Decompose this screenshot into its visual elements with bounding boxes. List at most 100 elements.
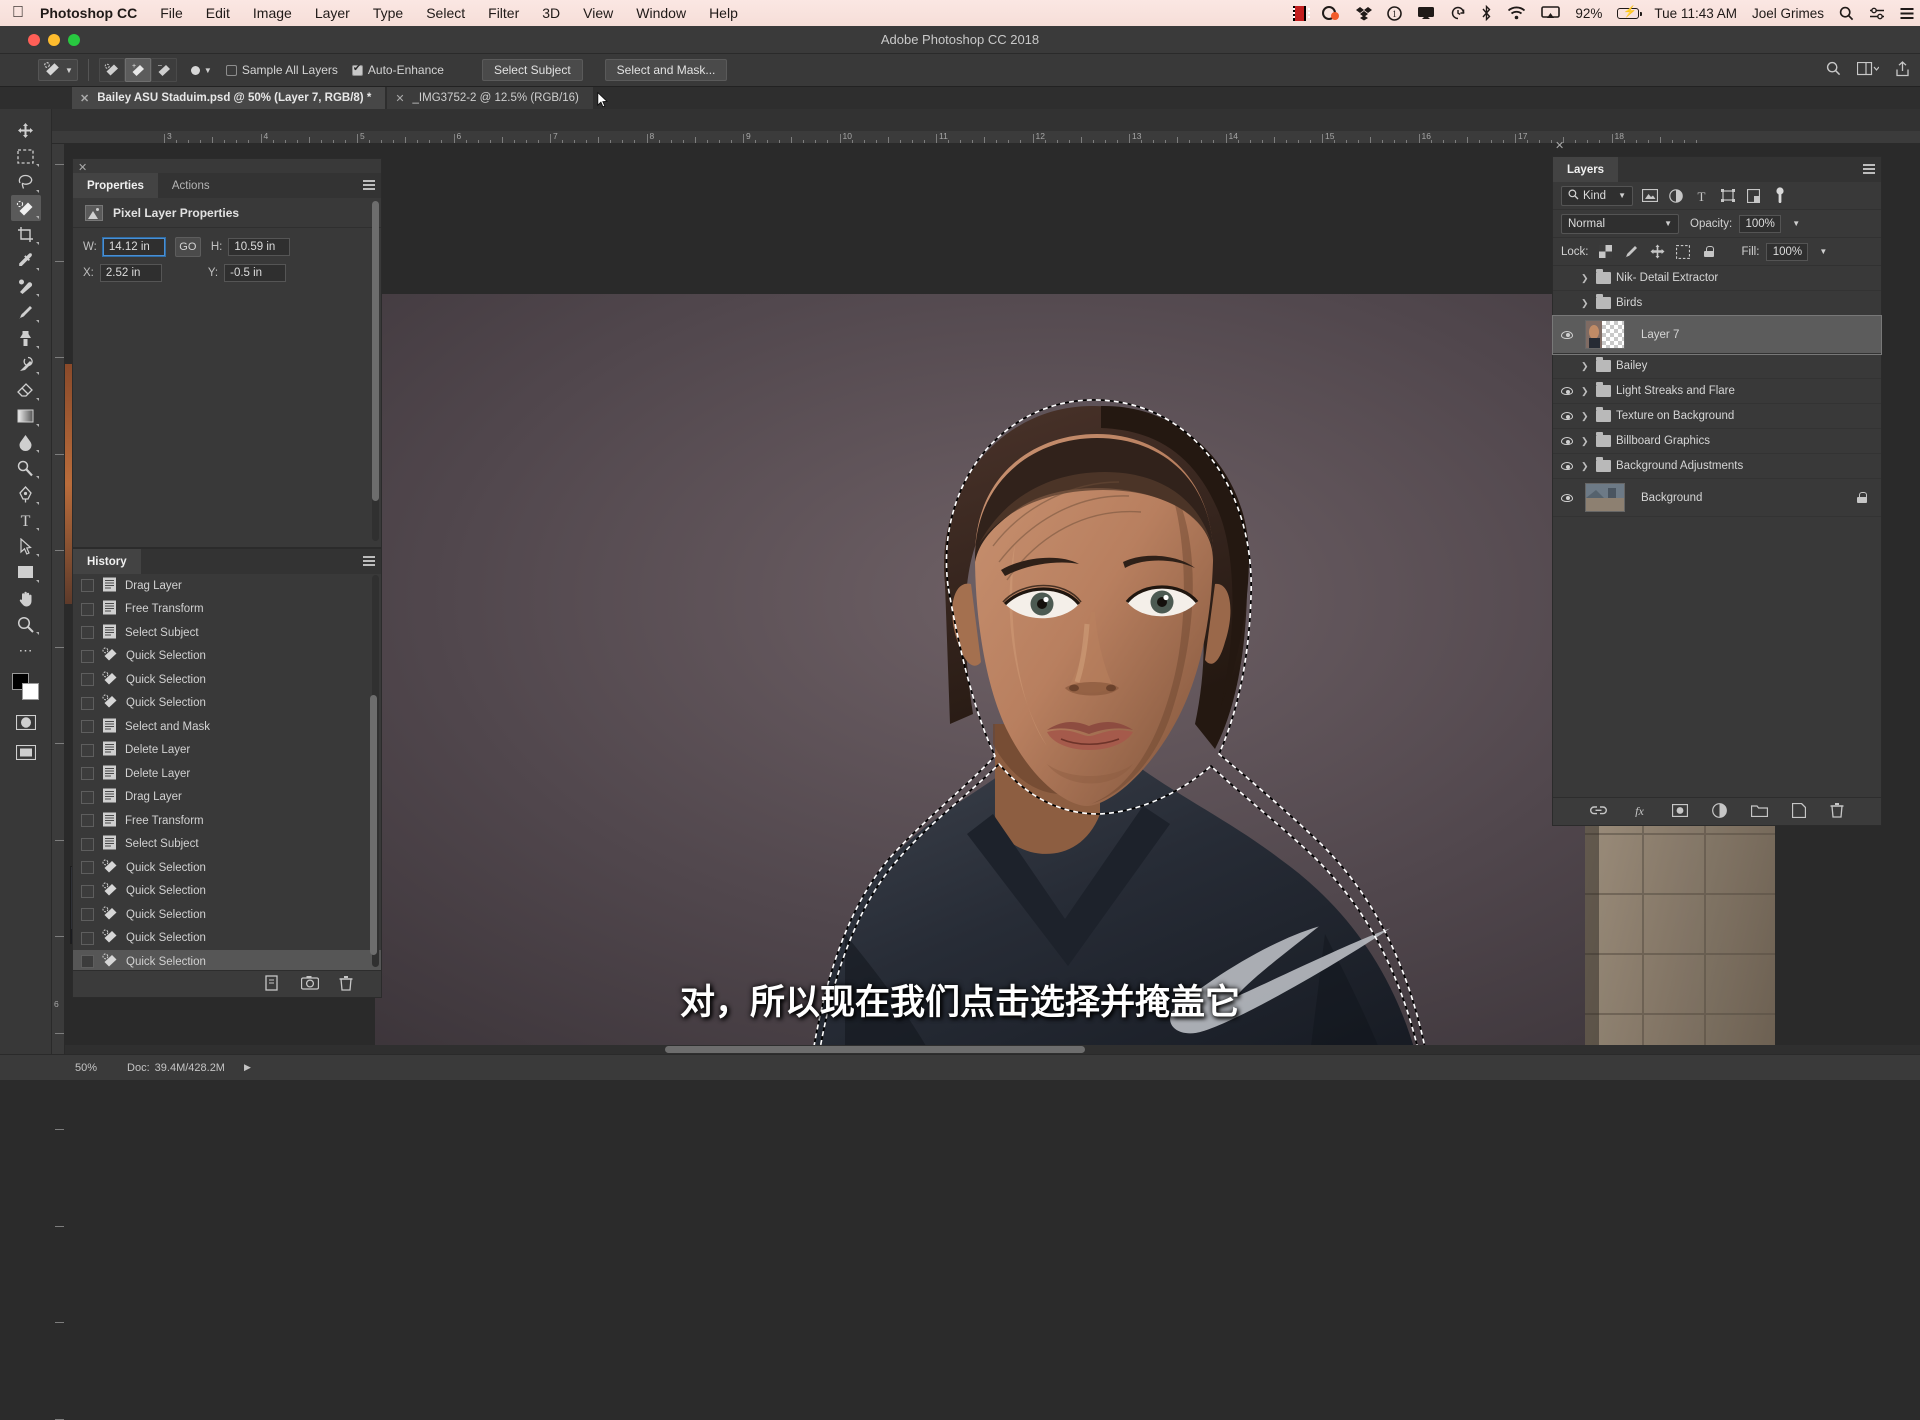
chevron-right-icon[interactable]: ▶: [244, 1062, 251, 1073]
tool-preset-picker[interactable]: ▼: [38, 59, 78, 81]
subtract-from-selection-button[interactable]: −: [150, 58, 177, 82]
history-source-checkbox[interactable]: [81, 837, 94, 851]
tool-brush[interactable]: [11, 299, 41, 325]
auto-enhance-option[interactable]: Auto-Enhance: [351, 63, 444, 77]
history-source-checkbox[interactable]: [81, 696, 94, 710]
history-source-checkbox[interactable]: [81, 861, 94, 875]
tool-quick-selection[interactable]: [10, 195, 41, 221]
history-source-checkbox[interactable]: [81, 767, 94, 781]
close-window-button[interactable]: [28, 34, 40, 46]
new-layer-icon[interactable]: [1791, 802, 1807, 821]
history-source-checkbox[interactable]: [81, 908, 94, 922]
background-color-swatch[interactable]: [21, 683, 39, 700]
layer-thumbnail[interactable]: [1585, 483, 1625, 512]
battery-charging-icon[interactable]: ⚡: [1617, 6, 1643, 19]
auto-enhance-checkbox[interactable]: [351, 63, 363, 76]
vertical-ruler[interactable]: 6: [52, 144, 65, 1420]
menu-item-layer[interactable]: Layer: [315, 5, 350, 21]
chevron-right-icon[interactable]: ❯: [1581, 298, 1591, 309]
menu-app-name[interactable]: Photoshop CC: [40, 5, 137, 21]
history-state-row[interactable]: Quick Selection: [73, 903, 381, 927]
properties-scrollbar[interactable]: [372, 201, 379, 541]
layer-row[interactable]: ❯ Light Streaks and Flare: [1553, 379, 1881, 404]
scrollbar-thumb[interactable]: [665, 1046, 1085, 1053]
minimize-window-button[interactable]: [48, 34, 60, 46]
history-state-row[interactable]: Delete Layer: [73, 762, 381, 786]
select-subject-button[interactable]: Select Subject: [481, 59, 583, 81]
tool-zoom[interactable]: [11, 611, 41, 637]
add-layer-style-icon[interactable]: fx: [1631, 803, 1648, 820]
time-machine-icon[interactable]: [1450, 5, 1466, 21]
history-source-checkbox[interactable]: [81, 579, 94, 593]
tool-rectangle[interactable]: [11, 559, 41, 585]
tool-spot-healing-brush[interactable]: [11, 273, 41, 299]
pixel-filter-icon[interactable]: [1640, 186, 1659, 205]
add-to-selection-button[interactable]: +: [124, 58, 151, 82]
menu-item-3d[interactable]: 3D: [542, 5, 560, 21]
tool-rectangular-marquee[interactable]: [11, 143, 41, 169]
history-source-checkbox[interactable]: [81, 884, 94, 898]
history-source-checkbox[interactable]: [81, 790, 94, 804]
chevron-down-icon[interactable]: ▼: [1792, 219, 1800, 228]
chevron-down-icon[interactable]: ▼: [1819, 247, 1827, 256]
link-dimensions-button[interactable]: GO: [174, 237, 201, 257]
shape-filter-icon[interactable]: [1718, 186, 1737, 205]
color-swatches[interactable]: [11, 673, 41, 701]
history-source-checkbox[interactable]: [81, 720, 94, 734]
mac-clock[interactable]: Tue 11:43 AM: [1654, 6, 1737, 21]
menu-item-window[interactable]: Window: [636, 5, 686, 21]
smart-object-filter-icon[interactable]: [1744, 186, 1763, 205]
tool-eraser[interactable]: [11, 377, 41, 403]
layer-row[interactable]: ❯ Nik- Detail Extractor: [1553, 266, 1881, 291]
quick-mask-mode-button[interactable]: [11, 709, 41, 735]
lock-position-icon[interactable]: [1648, 242, 1667, 261]
layer-row[interactable]: ❯ Billboard Graphics: [1553, 429, 1881, 454]
info-circle-icon[interactable]: 1: [1387, 5, 1403, 21]
history-state-row[interactable]: Select and Mask: [73, 715, 381, 739]
history-state-row[interactable]: Quick Selection: [73, 692, 381, 716]
history-state-row[interactable]: Select Subject: [73, 833, 381, 857]
history-source-checkbox[interactable]: [81, 814, 94, 828]
notification-center-icon[interactable]: [1900, 7, 1914, 20]
workspace-switcher-icon[interactable]: [1856, 61, 1880, 79]
chevron-right-icon[interactable]: ❯: [1581, 436, 1591, 447]
lock-all-icon[interactable]: [1700, 242, 1719, 261]
layer-row[interactable]: ❯ Bailey: [1553, 354, 1881, 379]
menu-item-filter[interactable]: Filter: [488, 5, 519, 21]
history-state-row[interactable]: Free Transform: [73, 598, 381, 622]
layer-list[interactable]: ❯ Nik- Detail Extractor ❯ Birds Layer 7 ❯ Bail…: [1552, 266, 1882, 517]
scrollbar-thumb[interactable]: [372, 201, 379, 501]
layer-visibility-toggle[interactable]: [1558, 355, 1576, 377]
y-input[interactable]: -0.5 in: [224, 264, 287, 282]
lock-artboard-icon[interactable]: [1674, 242, 1693, 261]
panel-menu-icon[interactable]: [363, 556, 375, 566]
layer-visibility-toggle[interactable]: [1558, 292, 1576, 314]
chevron-right-icon[interactable]: ❯: [1581, 273, 1591, 284]
tab-history[interactable]: History: [73, 549, 141, 574]
new-group-icon[interactable]: [1750, 804, 1769, 820]
history-state-row[interactable]: Select Subject: [73, 621, 381, 645]
bluetooth-icon[interactable]: [1481, 5, 1492, 21]
sample-all-layers-option[interactable]: Sample All Layers: [225, 63, 338, 77]
menu-item-help[interactable]: Help: [709, 5, 738, 21]
carbon-copy-cloner-icon[interactable]: [1321, 5, 1341, 21]
spotlight-search-icon[interactable]: [1839, 6, 1854, 21]
link-layers-icon[interactable]: [1590, 804, 1607, 820]
close-icon[interactable]: ✕: [80, 92, 89, 105]
history-state-row[interactable]: Delete Layer: [73, 739, 381, 763]
tool-crop[interactable]: [11, 221, 41, 247]
tool-gradient[interactable]: [11, 403, 41, 429]
lock-transparent-pixels-icon[interactable]: [1596, 242, 1615, 261]
history-source-checkbox[interactable]: [81, 602, 94, 616]
layer-visibility-toggle[interactable]: [1558, 267, 1576, 289]
history-state-row[interactable]: Quick Selection: [73, 880, 381, 904]
history-state-row[interactable]: Quick Selection: [73, 668, 381, 692]
control-center-icon[interactable]: [1869, 7, 1885, 20]
tool-hand[interactable]: [11, 585, 41, 611]
zoom-window-button[interactable]: [68, 34, 80, 46]
document-tab-secondary[interactable]: ✕ _IMG3752-2 @ 12.5% (RGB/16): [387, 87, 593, 109]
opacity-value[interactable]: 100%: [1739, 214, 1782, 233]
tab-layers[interactable]: Layers: [1553, 157, 1619, 182]
layer-visibility-toggle[interactable]: [1558, 324, 1576, 346]
tool-edit-toolbar[interactable]: ⋯: [11, 637, 41, 663]
